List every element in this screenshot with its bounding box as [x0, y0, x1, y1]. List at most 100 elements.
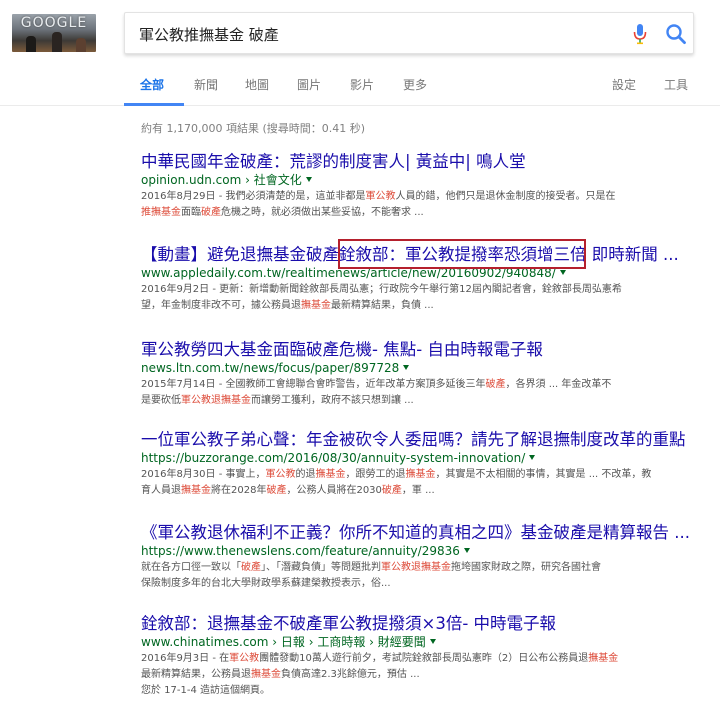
result-url: https://www.thenewslens.com/feature/annu…	[141, 543, 701, 559]
highlighted-term: 撫基金	[181, 485, 211, 496]
snippet-text: 危機之時，就必須做出某些妥協，不能奢求 ...	[221, 207, 424, 218]
dropdown-arrow-icon[interactable]	[305, 177, 312, 182]
search-result: 一位軍公教子弟心聲：年金被砍令人委屈嗎？請先了解退撫制度改革的重點 https:…	[141, 430, 701, 498]
highlighted-term: 撫基金	[315, 469, 346, 480]
snippet-text: ，軍 ...	[401, 485, 435, 496]
snippet-text: ，其實是不太相關的事情，其實是 ... 不改革，教	[435, 469, 652, 480]
result-url: news.ltn.com.tw/news/focus/paper/897728	[141, 360, 701, 376]
result-snippet: 2016年8月29日 - 我們必須清楚的是，這並非都是軍公教人員的錯，他們只是退…	[141, 189, 701, 204]
search-result: 中華民國年金破產：荒謬的制度害人| 黃益中| 鳴人堂 opinion.udn.c…	[141, 152, 701, 220]
highlighted-term: 推撫基金	[141, 207, 181, 218]
search-box	[124, 12, 694, 54]
highlighted-term: 破產	[485, 379, 506, 390]
snippet-text: 面臨	[181, 207, 201, 218]
result-snippet: 2016年9月2日 - 更新：新增動新聞銓敘部長周弘憲；行政院今午舉行第12屆內…	[141, 282, 701, 297]
highlighted-term: 軍公教	[265, 469, 296, 480]
result-url-text: opinion.udn.com › 社會文化	[141, 173, 302, 187]
search-tabs: 全部 新聞 地圖 圖片 影片 更多 設定 工具	[0, 66, 720, 106]
snippet-text: 2016年8月30日 - 事實上，	[141, 469, 266, 480]
result-title-link[interactable]: 一位軍公教子弟心聲：年金被砍令人委屈嗎？請先了解退撫制度改革的重點	[141, 430, 701, 450]
logo-figure	[52, 32, 62, 52]
result-snippet: 最新精算結果，公務員退撫基金負債高達2.3兆餘億元，預估 ...	[141, 667, 701, 682]
snippet-text: 望，年金制度非改不可，據公務員退	[141, 300, 301, 311]
snippet-text: 最新精算結果，公務員退	[141, 669, 251, 680]
snippet-text: ，各界須 ... 年金改革不	[505, 379, 612, 390]
result-snippet: 2016年8月30日 - 事實上，軍公教的退撫基金，跟勞工的退撫基金，其實是不太…	[141, 467, 701, 482]
search-icon[interactable]	[665, 22, 687, 46]
snippet-text: 而讓勞工獲利，政府不該只想到讓 ...	[251, 395, 414, 406]
snippet-text: 保險制度多年的台北大學財政學系蘇建榮教授表示，俗...	[141, 578, 391, 589]
tab-videos[interactable]: 影片	[350, 76, 374, 93]
highlighted-term: 破產	[241, 562, 261, 573]
snippet-text: 」、「潛藏負債」等問題批判	[261, 562, 381, 573]
result-snippet: 2016年9月3日 - 在軍公教團體發動10萬人遊行前夕，考試院銓敘部長周弘憲昨…	[141, 651, 701, 666]
result-title-link[interactable]: 銓敘部：退撫基金不破產軍公教提撥須×3倍- 中時電子報	[141, 614, 701, 634]
tab-news[interactable]: 新聞	[194, 76, 218, 93]
result-url-text: https://www.thenewslens.com/feature/annu…	[141, 544, 460, 558]
result-title-link[interactable]: 軍公教勞四大基金面臨破產危機- 焦點- 自由時報電子報	[141, 340, 701, 360]
search-result: 軍公教勞四大基金面臨破產危機- 焦點- 自由時報電子報 news.ltn.com…	[141, 340, 701, 408]
dropdown-arrow-icon[interactable]	[463, 548, 470, 553]
logo-figure	[76, 38, 86, 52]
result-snippet: 推撫基金面臨破產危機之時，就必須做出某些妥協，不能奢求 ...	[141, 205, 701, 220]
google-doodle-logo[interactable]: GOOGLE	[12, 14, 96, 52]
result-snippet: 是要砍低軍公教退撫基金而讓勞工獲利，政府不該只想到讓 ...	[141, 393, 701, 408]
snippet-text: 2015年7月14日 - 全國教師工會總聯合會昨警告，近年改革方案頂多延後三年	[141, 379, 486, 390]
settings-link[interactable]: 設定	[612, 76, 636, 93]
result-url-text: https://buzzorange.com/2016/08/30/annuit…	[141, 451, 526, 465]
snippet-text: 是要砍低	[141, 395, 181, 406]
highlighted-term: 撫基金	[251, 669, 281, 680]
highlighted-term: 撫基金	[405, 469, 436, 480]
snippet-text: 2016年9月3日 - 在	[141, 653, 230, 664]
result-url-text: www.chinatimes.com › 日報 › 工商時報 › 財經要聞	[141, 635, 426, 649]
snippet-text: 就在各方口徑一致以「	[141, 562, 241, 573]
highlighted-term: 撫基金	[588, 653, 619, 664]
snippet-text: 2016年8月29日 - 我們必須清楚的是，這並非都是	[141, 191, 366, 202]
snippet-text: 的退	[295, 469, 316, 480]
search-result: 銓敘部：退撫基金不破產軍公教提撥須×3倍- 中時電子報 www.chinatim…	[141, 614, 701, 698]
search-result: 《軍公教退休福利不正義？你所不知道的真相之四》基金破產是精算報告 ... htt…	[141, 523, 701, 591]
annotation-highlight-box	[338, 239, 586, 269]
highlighted-term: 軍公教	[365, 191, 396, 202]
snippet-text: 拖垮國家財政之際，研究各國社會	[451, 562, 601, 573]
result-snippet: 育人員退撫基金將在2028年破產，公務人員將在2030破產，軍 ...	[141, 483, 701, 498]
tools-link[interactable]: 工具	[664, 76, 688, 93]
snippet-text: 將在2028年	[211, 485, 267, 496]
tab-all[interactable]: 全部	[140, 76, 164, 93]
snippet-text: 負債高達2.3兆餘億元，預估 ...	[281, 669, 420, 680]
result-snippet: 保險制度多年的台北大學財政學系蘇建榮教授表示，俗...	[141, 576, 701, 591]
tab-more[interactable]: 更多	[403, 76, 427, 93]
highlighted-term: 撫基金	[301, 300, 331, 311]
search-input[interactable]	[139, 22, 609, 46]
dropdown-arrow-icon[interactable]	[429, 639, 436, 644]
result-snippet: 就在各方口徑一致以「破產」、「潛藏負債」等問題批判軍公教退撫基金拖垮國家財政之際…	[141, 560, 701, 575]
highlighted-term: 軍公教退撫基金	[181, 395, 251, 406]
result-title-link[interactable]: 中華民國年金破產：荒謬的制度害人| 黃益中| 鳴人堂	[141, 152, 701, 172]
result-url: https://buzzorange.com/2016/08/30/annuit…	[141, 450, 701, 466]
dropdown-arrow-icon[interactable]	[403, 365, 410, 370]
result-snippet: 望，年金制度非改不可，據公務員退撫基金最新精算結果，負債 ...	[141, 298, 701, 313]
result-url: opinion.udn.com › 社會文化	[141, 172, 701, 188]
tab-maps[interactable]: 地圖	[245, 76, 269, 93]
result-title-link[interactable]: 《軍公教退休福利不正義？你所不知道的真相之四》基金破產是精算報告 ...	[141, 523, 701, 543]
visited-note: 您於 17-1-4 造訪這個網頁。	[141, 685, 271, 696]
tab-images[interactable]: 圖片	[297, 76, 321, 93]
snippet-text: 人員的錯，他們只是退休金制度的接受者。只是在	[395, 191, 616, 202]
highlighted-term: 破產	[201, 207, 221, 218]
logo-figure	[26, 36, 36, 52]
result-snippet: 2015年7月14日 - 全國教師工會總聯合會昨警告，近年改革方案頂多延後三年破…	[141, 377, 701, 392]
highlighted-term: 破產	[266, 485, 287, 496]
dropdown-arrow-icon[interactable]	[559, 270, 566, 275]
snippet-text: ，公務人員將在2030	[286, 485, 382, 496]
snippet-text: 團體發動10萬人遊行前夕，考試院銓敘部長周弘憲昨（2）日公布公務員退	[259, 653, 589, 664]
result-url-text: news.ltn.com.tw/news/focus/paper/897728	[141, 361, 400, 375]
result-url: www.chinatimes.com › 日報 › 工商時報 › 財經要聞	[141, 634, 701, 650]
active-tab-indicator	[124, 103, 184, 106]
result-stats: 約有 1,170,000 項結果 (搜尋時間：0.41 秒)	[141, 122, 366, 135]
snippet-text: 育人員退	[141, 485, 181, 496]
highlighted-term: 軍公教	[229, 653, 260, 664]
snippet-text: 最新精算結果，負債 ...	[331, 300, 434, 311]
dropdown-arrow-icon[interactable]	[529, 455, 536, 460]
microphone-icon[interactable]	[633, 22, 647, 46]
highlighted-term: 軍公教退撫基金	[381, 562, 451, 573]
